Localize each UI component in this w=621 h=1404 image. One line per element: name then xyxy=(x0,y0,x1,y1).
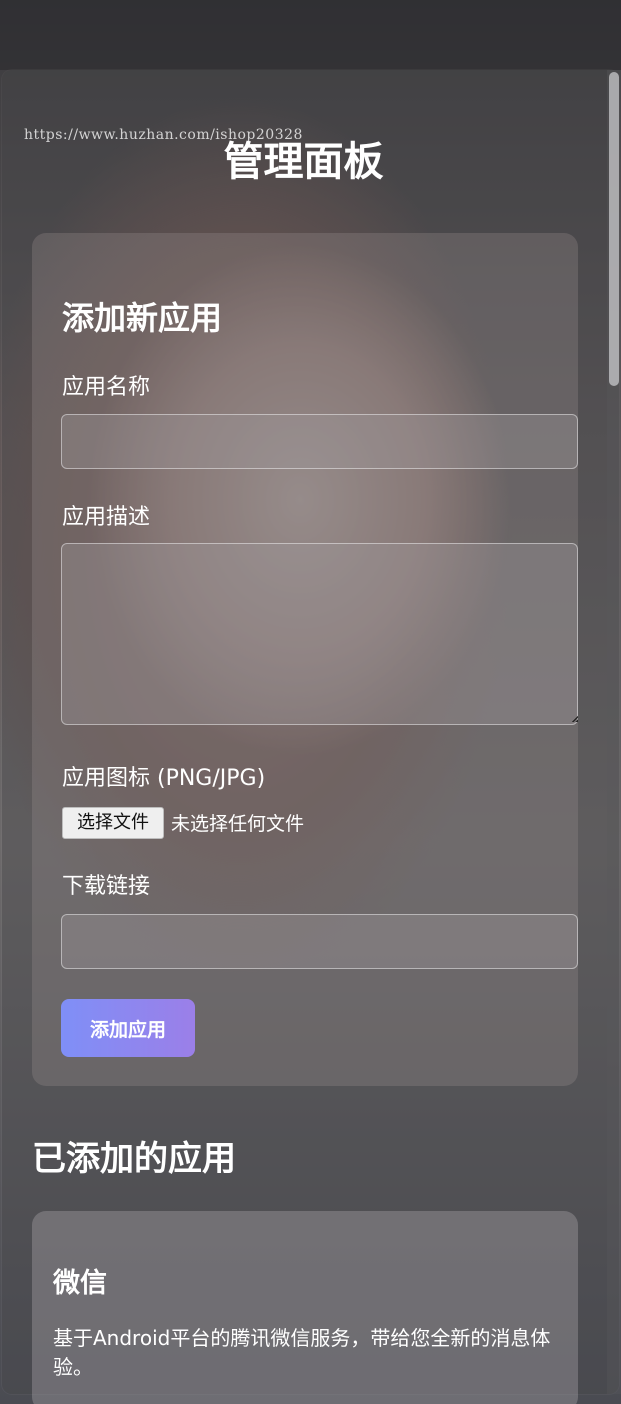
scrollbar-thumb[interactable] xyxy=(609,72,619,386)
top-bar xyxy=(0,0,621,70)
add-app-heading: 添加新应用 xyxy=(62,299,223,337)
app-name-input[interactable] xyxy=(61,414,578,469)
app-name-label: 应用名称 xyxy=(62,375,151,400)
app-description: 基于Android平台的腾讯微信服务，带给您全新的消息体验。 xyxy=(53,1326,551,1379)
app-name: 微信 xyxy=(53,1268,107,1299)
download-link-input[interactable] xyxy=(61,914,578,969)
textarea-resize-handle[interactable] xyxy=(571,715,578,722)
app-description-label: 应用描述 xyxy=(62,505,151,530)
app-description-textarea[interactable] xyxy=(61,543,578,725)
added-apps-heading: 已添加的应用 xyxy=(32,1139,236,1179)
choose-file-button[interactable]: 选择文件 xyxy=(62,807,164,839)
app-icon-label: 应用图标 (PNG/JPG) xyxy=(62,766,266,791)
download-link-label: 下载链接 xyxy=(62,874,151,899)
file-status-text: 未选择任何文件 xyxy=(171,813,305,835)
page-title: 管理面板 xyxy=(223,139,384,185)
add-app-button[interactable]: 添加应用 xyxy=(61,999,195,1057)
